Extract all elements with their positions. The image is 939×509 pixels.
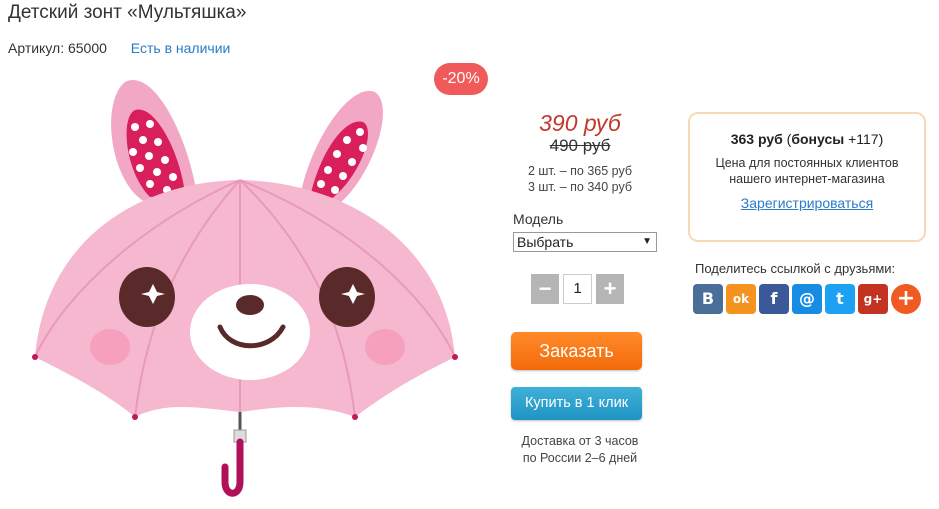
price-block: 390 руб 490 руб 2 шт. – по 365 руб 3 шт.… (500, 110, 660, 195)
vk-icon[interactable]: В (693, 284, 723, 314)
delivery-info: Доставка от 3 часов по России 2–6 дней (500, 433, 660, 467)
right-ear (300, 90, 383, 207)
buy-one-click-button[interactable]: Купить в 1 клик (511, 387, 642, 420)
bonus-desc-line: нашего интернет-магазина (729, 172, 885, 186)
price-current: 390 руб (539, 110, 621, 136)
bonus-description: Цена для постоянных клиентов нашего инте… (690, 155, 924, 187)
delivery-line: Доставка от 3 часов (521, 434, 639, 448)
left-ear (111, 80, 197, 202)
google-plus-icon[interactable]: g+ (858, 284, 888, 314)
product-title: Детский зонт «Мультяшка» (8, 2, 247, 23)
discount-badge: -20% (434, 63, 488, 95)
product-image[interactable] (25, 72, 470, 502)
bonus-price-line: 363 руб (бонусы +117) (690, 131, 924, 147)
dropdown-arrow-icon: ▼ (642, 236, 652, 247)
mailru-icon[interactable]: @ (792, 284, 822, 314)
facebook-icon[interactable]: f (759, 284, 789, 314)
price-tiers: 2 шт. – по 365 руб 3 шт. – по 340 руб (500, 163, 660, 195)
price-tier: 2 шт. – по 365 руб (527, 164, 633, 178)
model-select-value: Выбрать (517, 234, 574, 250)
quantity-plus-button[interactable]: + (596, 274, 624, 304)
order-button[interactable]: Заказать (511, 332, 642, 370)
quantity-input[interactable]: 1 (563, 274, 592, 304)
umbrella-handle (221, 412, 247, 497)
price-old: 490 руб (549, 136, 611, 155)
price-tier: 3 шт. – по 340 руб (527, 180, 633, 194)
stock-status-link[interactable]: Есть в наличии (131, 40, 231, 56)
register-link[interactable]: Зарегистрироваться (741, 195, 873, 211)
delivery-line: по России 2–6 дней (522, 451, 638, 465)
bonus-panel: 363 руб (бонусы +117) Цена для постоянны… (688, 112, 926, 242)
bonus-word: бонусы (791, 131, 845, 147)
sku-label: Артикул: 65000 (8, 40, 107, 56)
bonus-desc-line: Цена для постоянных клиентов (715, 156, 899, 170)
share-label: Поделитесь ссылкой с друзьями: (695, 261, 896, 276)
more-share-icon[interactable]: + (891, 284, 921, 314)
model-label: Модель (513, 211, 564, 227)
twitter-icon[interactable]: t (825, 284, 855, 314)
model-select[interactable]: Выбрать ▼ (513, 232, 657, 252)
quantity-minus-button[interactable]: − (531, 274, 559, 304)
bonus-value: +117) (844, 131, 884, 147)
odnoklassniki-icon[interactable]: ok (726, 284, 756, 314)
product-meta: Артикул: 65000 Есть в наличии (8, 40, 230, 56)
bonus-price: 363 руб (730, 131, 783, 147)
